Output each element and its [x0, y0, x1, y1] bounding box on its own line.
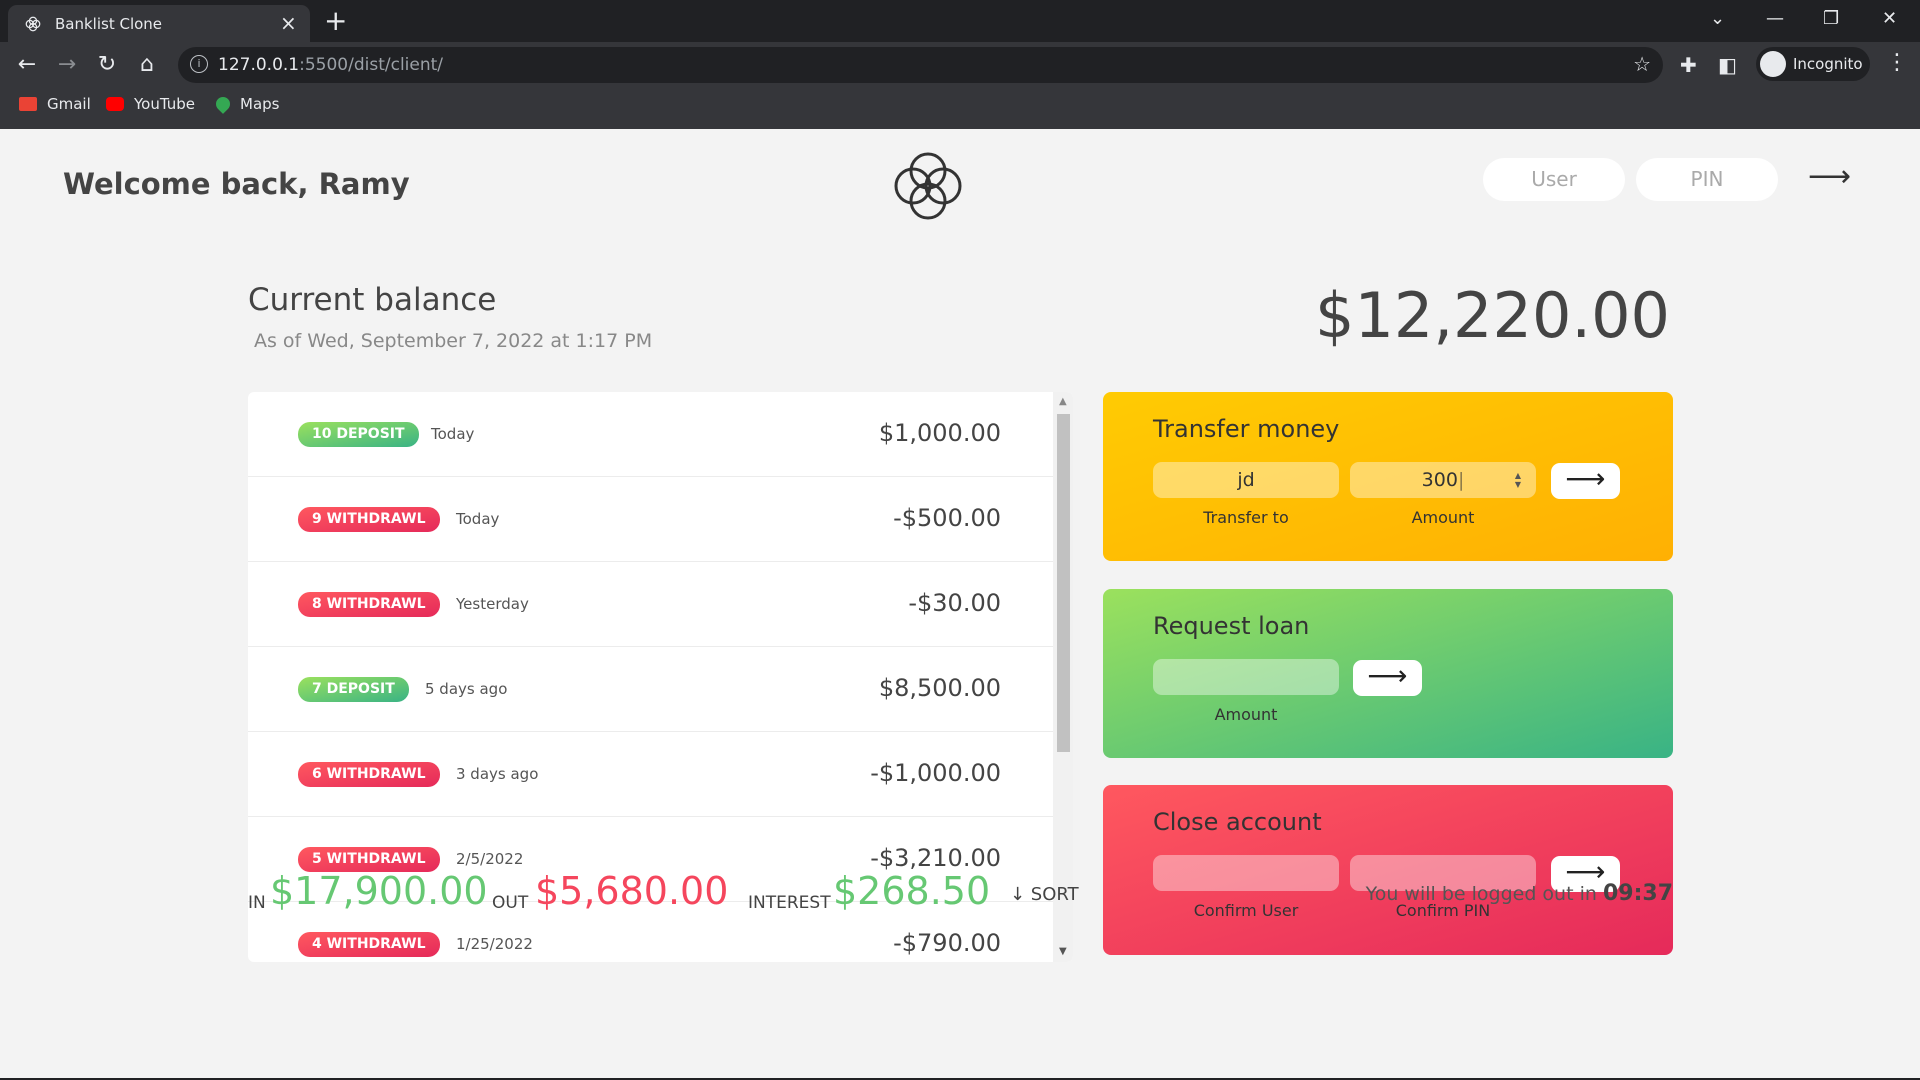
- transfer-amount-label: Amount: [1411, 508, 1475, 527]
- summary-in-value: $17,900.00: [270, 869, 488, 913]
- scroll-up-icon[interactable]: ▲: [1059, 396, 1067, 407]
- movement-date: 2/5/2022: [456, 850, 524, 868]
- balance-value: $12,220.00: [1315, 279, 1670, 352]
- balance-date: As of Wed, September 7, 2022 at 1:17 PM: [254, 330, 653, 352]
- welcome-message: Welcome back, Ramy: [63, 167, 410, 201]
- window-close-icon[interactable]: ✕: [1882, 8, 1897, 29]
- withdrawal-badge: 9 withdrawl: [298, 507, 440, 532]
- loan-panel: Request loan ⟶ Amount: [1103, 589, 1673, 758]
- movement-row: 7 deposit 5 days ago $8,500.00: [248, 647, 1053, 732]
- site-info-icon[interactable]: i: [190, 55, 208, 73]
- movement-date: 3 days ago: [456, 765, 539, 783]
- close-user-label: Confirm User: [1193, 901, 1299, 920]
- extensions-icon[interactable]: ✚: [1680, 53, 1697, 77]
- scroll-thumb[interactable]: [1057, 414, 1070, 752]
- browser-chrome: Banklist Clone × + ⌄ — ❐ ✕ ← → ↻ ⌂ i 127…: [0, 0, 1920, 129]
- tab-search-icon[interactable]: ⌄: [1710, 8, 1725, 29]
- movement-value: -$500.00: [893, 504, 1001, 532]
- deposit-badge: 7 deposit: [298, 677, 409, 702]
- bookmark-star-icon[interactable]: ☆: [1633, 52, 1651, 76]
- scroll-down-icon[interactable]: ▼: [1059, 946, 1067, 957]
- loan-submit-button[interactable]: ⟶: [1353, 660, 1422, 696]
- withdrawal-badge: 8 withdrawl: [298, 592, 440, 617]
- bank-logo-icon: [894, 152, 962, 220]
- login-user-input[interactable]: User: [1483, 158, 1625, 201]
- bookmark-gmail[interactable]: Gmail: [19, 95, 91, 117]
- transfer-panel: Transfer money jd 300| ▲ ▼ ⟶ Transfer to …: [1103, 392, 1673, 561]
- summary-interest-value: $268.50: [833, 869, 991, 913]
- sort-button[interactable]: ↓ SORT: [1010, 884, 1079, 905]
- maps-icon: [213, 94, 233, 114]
- number-spinner-icon[interactable]: ▲ ▼: [1512, 471, 1524, 489]
- movement-date: Today: [431, 425, 475, 443]
- movement-value: $1,000.00: [878, 419, 1001, 447]
- transfer-submit-button[interactable]: ⟶: [1551, 463, 1620, 499]
- loan-amount-label: Amount: [1214, 705, 1278, 724]
- deposit-badge: 10 deposit: [298, 422, 419, 447]
- loan-amount-input[interactable]: [1153, 659, 1339, 695]
- profile-label: Incognito: [1793, 55, 1863, 73]
- login-pin-input[interactable]: PIN: [1636, 158, 1778, 201]
- minimize-icon[interactable]: —: [1766, 8, 1784, 29]
- summary-out-value: $5,680.00: [535, 869, 729, 913]
- movement-value: -$3,210.00: [870, 844, 1001, 872]
- new-tab-icon[interactable]: +: [324, 6, 347, 36]
- movement-date: Today: [456, 510, 500, 528]
- tab-title: Banklist Clone: [55, 15, 163, 33]
- movement-row: 10 deposit Today $1,000.00: [248, 392, 1053, 477]
- back-icon[interactable]: ←: [14, 52, 40, 78]
- movements-scrollbar[interactable]: ▲ ▼: [1053, 392, 1073, 962]
- close-user-input[interactable]: [1153, 855, 1339, 891]
- loan-title: Request loan: [1153, 612, 1310, 640]
- logout-timer: You will be logged out in 09:37: [1365, 881, 1673, 906]
- movement-date: 5 days ago: [425, 680, 508, 698]
- timer-value: 09:37: [1602, 881, 1673, 906]
- close-account-panel: Close account ⟶ Confirm User Confirm PIN: [1103, 785, 1673, 955]
- bankist-app: Welcome back, Ramy User PIN ⟶ Current ba…: [0, 129, 1920, 1080]
- home-icon[interactable]: ⌂: [134, 52, 160, 78]
- balance-title: Current balance: [248, 282, 497, 318]
- close-title: Close account: [1153, 808, 1322, 836]
- movement-row: 6 withdrawl 3 days ago -$1,000.00: [248, 732, 1053, 817]
- transfer-to-label: Transfer to: [1203, 508, 1289, 527]
- incognito-badge[interactable]: Incognito: [1756, 47, 1870, 81]
- movement-value: -$790.00: [893, 929, 1001, 957]
- movement-row: 8 withdrawl Yesterday -$30.00: [248, 562, 1053, 647]
- address-bar[interactable]: i 127.0.0.1:5500/dist/client/ ☆: [178, 47, 1663, 83]
- transfer-to-input[interactable]: jd: [1153, 462, 1339, 498]
- url-text: 127.0.0.1:5500/dist/client/: [218, 55, 444, 75]
- close-tab-icon[interactable]: ×: [280, 12, 297, 34]
- bookmark-maps[interactable]: Maps: [213, 94, 279, 117]
- bookmark-youtube[interactable]: YouTube: [106, 95, 195, 117]
- movement-value: $8,500.00: [878, 674, 1001, 702]
- login-arrow-button[interactable]: ⟶: [1808, 159, 1851, 194]
- tab-strip: Banklist Clone × + ⌄ — ❐ ✕: [0, 0, 1920, 42]
- movement-value: -$30.00: [908, 589, 1001, 617]
- browser-menu-icon[interactable]: ⋮: [1886, 50, 1908, 75]
- movement-value: -$1,000.00: [870, 759, 1001, 787]
- withdrawal-badge: 4 withdrawl: [298, 932, 440, 957]
- gmail-icon: [19, 97, 37, 111]
- summary-interest-label: INTEREST: [748, 893, 831, 913]
- reload-icon[interactable]: ↻: [94, 52, 120, 78]
- youtube-icon: [106, 97, 124, 111]
- movement-date: Yesterday: [456, 595, 529, 613]
- site-logo-icon: [25, 16, 41, 32]
- forward-icon[interactable]: →: [54, 52, 80, 78]
- withdrawal-badge: 6 withdrawl: [298, 762, 440, 787]
- side-panel-icon[interactable]: ◧: [1718, 53, 1737, 77]
- transfer-amount-input[interactable]: 300| ▲ ▼: [1350, 462, 1536, 498]
- summary-out-label: OUT: [492, 893, 529, 913]
- summary-in-label: IN: [248, 893, 266, 913]
- movement-date: 1/25/2022: [456, 935, 533, 953]
- transfer-title: Transfer money: [1153, 415, 1340, 443]
- incognito-icon: [1760, 51, 1786, 77]
- restore-icon[interactable]: ❐: [1823, 8, 1839, 29]
- browser-tab[interactable]: Banklist Clone ×: [8, 5, 310, 42]
- movement-row: 9 withdrawl Today -$500.00: [248, 477, 1053, 562]
